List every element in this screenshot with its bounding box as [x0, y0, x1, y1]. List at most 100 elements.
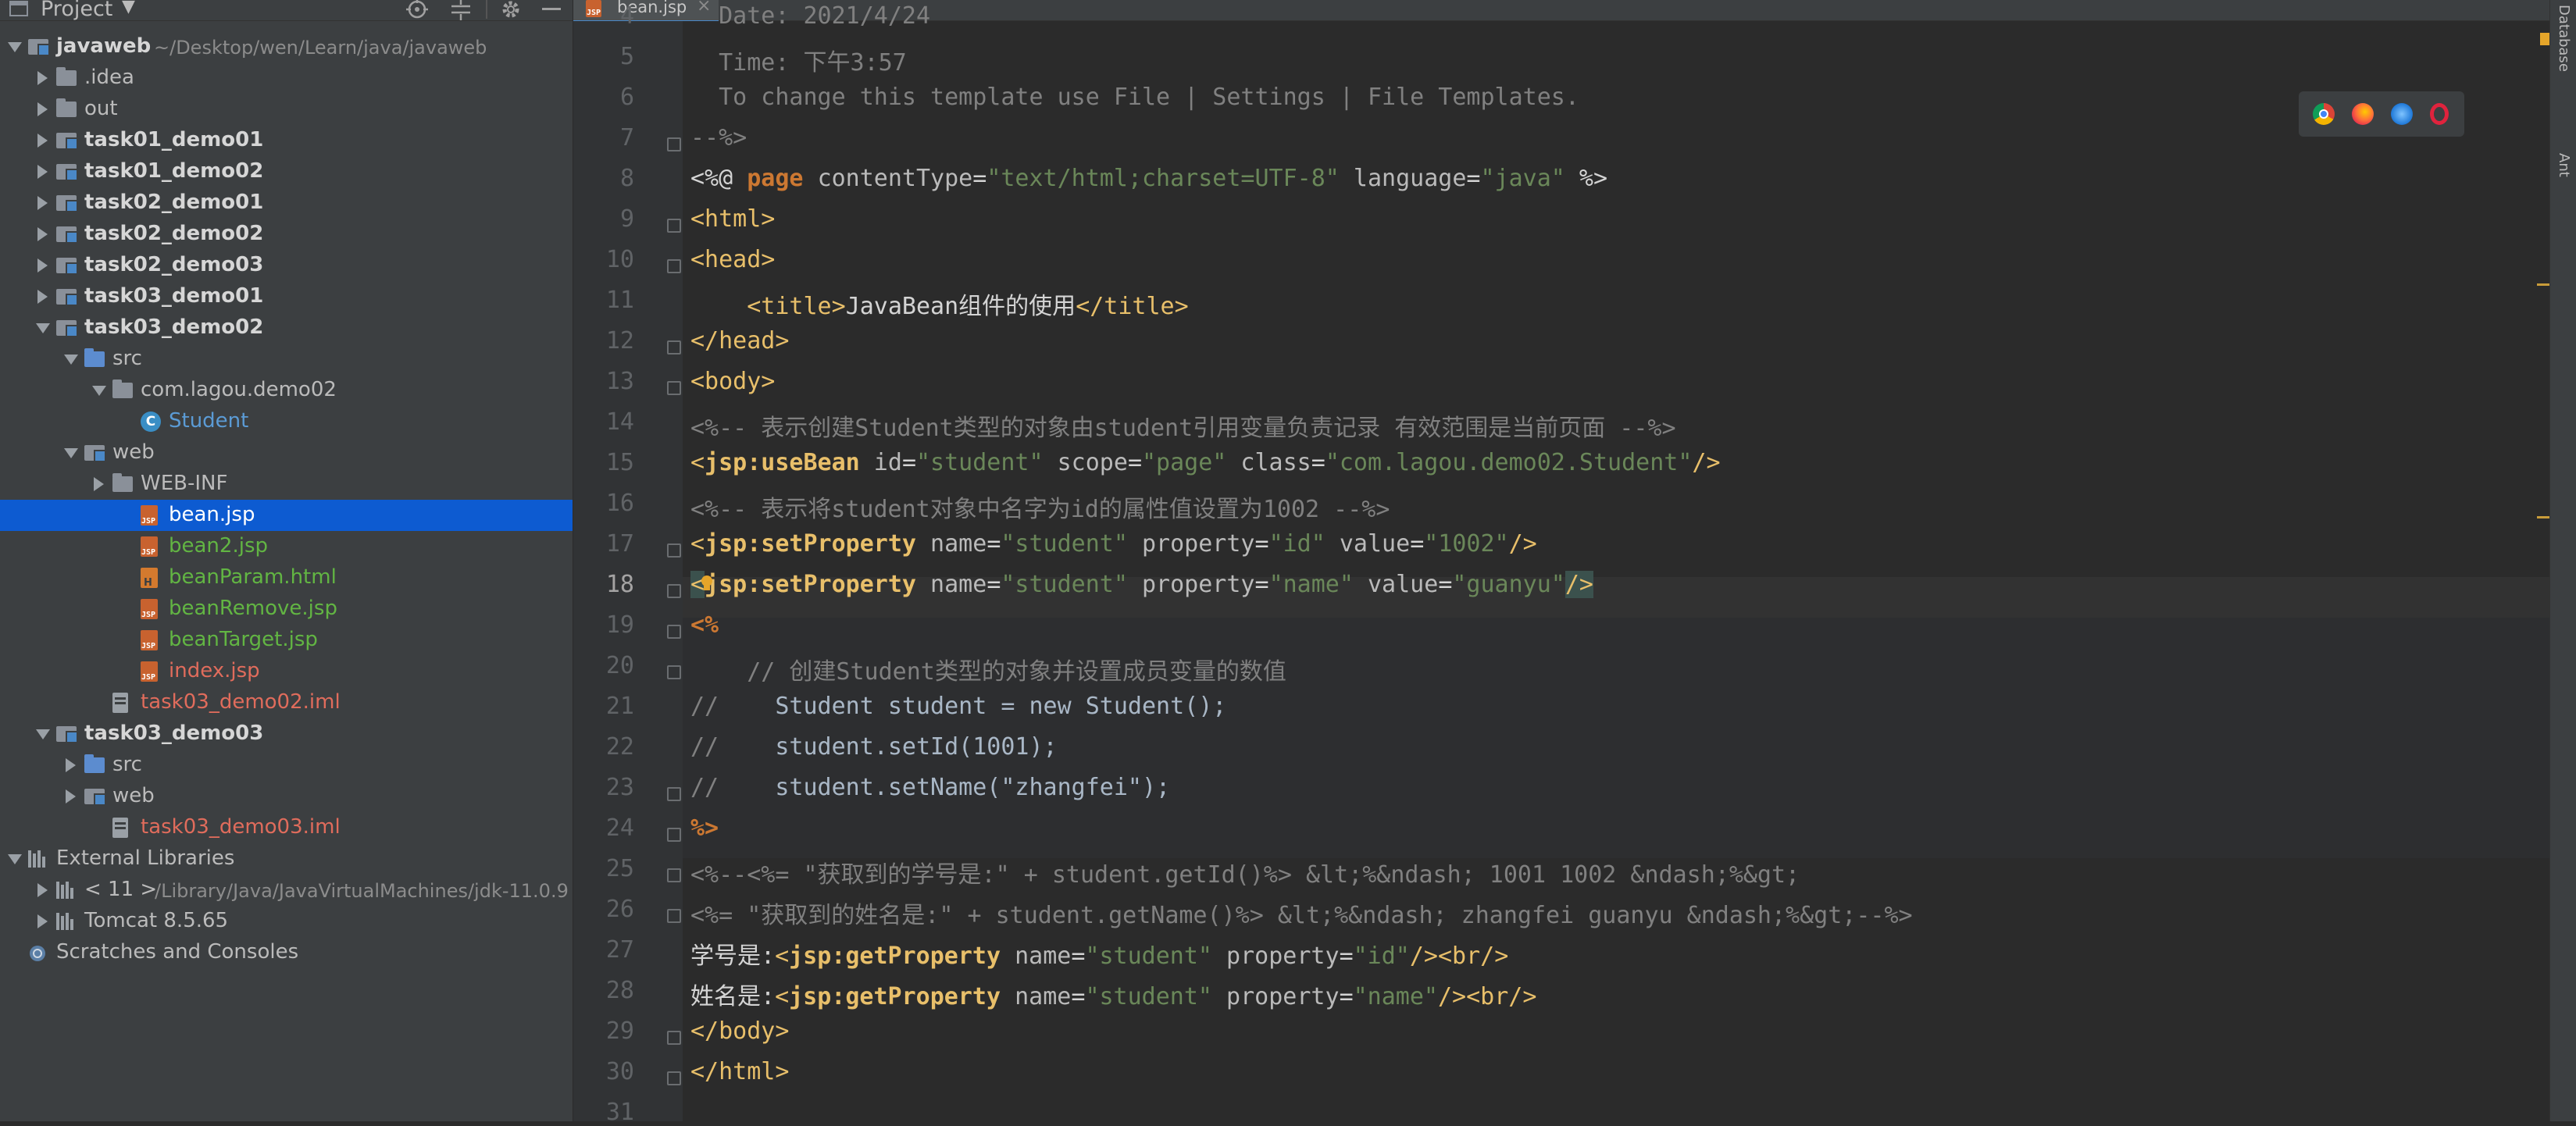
code-line[interactable]: %>: [690, 814, 719, 842]
code-line[interactable]: <body>: [690, 368, 775, 395]
code-line[interactable]: <%@ page contentType="text/html;charset=…: [690, 165, 1607, 192]
chevron-right-icon[interactable]: [66, 789, 76, 804]
code-line[interactable]: // student.setId(1001);: [690, 733, 1058, 761]
lightbulb-icon[interactable]: [700, 575, 714, 592]
target-icon[interactable]: [406, 0, 428, 20]
error-stripe[interactable]: [2537, 21, 2549, 1121]
code-line[interactable]: 学号是:<jsp:getProperty name="student" prop…: [690, 936, 1508, 971]
minimize-icon[interactable]: [542, 8, 561, 10]
tree-item[interactable]: task02_demo03: [0, 250, 573, 281]
chevron-down-icon[interactable]: [92, 386, 106, 396]
code-line[interactable]: <jsp:setProperty name="student" property…: [690, 571, 1593, 598]
tree-item[interactable]: web: [0, 437, 573, 469]
tree-item[interactable]: External Libraries: [0, 843, 573, 875]
chevron-right-icon[interactable]: [37, 227, 48, 241]
chevron-down-icon[interactable]: [8, 42, 22, 52]
fold-marker-icon[interactable]: [667, 340, 681, 355]
fold-marker-icon[interactable]: [667, 909, 681, 923]
code-line[interactable]: // Student student = new Student();: [690, 693, 1226, 720]
chevron-right-icon[interactable]: [94, 477, 104, 491]
tree-item[interactable]: task03_demo02: [0, 312, 573, 344]
fold-marker-icon[interactable]: [667, 828, 681, 842]
safari-icon[interactable]: [2391, 103, 2413, 125]
fold-marker-icon[interactable]: [667, 219, 681, 233]
code-line[interactable]: // student.setName("zhangfei");: [690, 774, 1170, 801]
chevron-down-icon[interactable]: [36, 323, 50, 333]
fold-marker-icon[interactable]: [667, 868, 681, 882]
tree-item[interactable]: beanRemove.jsp: [0, 593, 573, 625]
tree-item[interactable]: src: [0, 750, 573, 781]
chevron-right-icon[interactable]: [37, 258, 48, 273]
code-line[interactable]: Time: 下午3:57: [690, 43, 907, 77]
code-line[interactable]: Date: 2021/4/24: [690, 2, 930, 30]
chevron-down-icon[interactable]: [36, 729, 50, 739]
chrome-icon[interactable]: [2313, 103, 2335, 125]
collapse-icon[interactable]: [450, 0, 472, 20]
tree-item[interactable]: .idea: [0, 62, 573, 94]
opera-icon[interactable]: [2430, 103, 2449, 125]
chevron-right-icon[interactable]: [37, 134, 48, 148]
code-line[interactable]: <%--<%= "获取到的学号是:" + student.getId()%> &…: [690, 855, 1800, 889]
tree-item[interactable]: task02_demo01: [0, 187, 573, 219]
code-line[interactable]: // 创建Student类型的对象并设置成员变量的数值: [690, 652, 1286, 686]
code-line[interactable]: </html>: [690, 1058, 789, 1085]
fold-marker-icon[interactable]: [667, 665, 681, 679]
fold-marker-icon[interactable]: [667, 625, 681, 639]
tree-item[interactable]: task01_demo02: [0, 156, 573, 187]
code-line[interactable]: To change this template use File | Setti…: [690, 84, 1579, 111]
tree-item[interactable]: bean2.jsp: [0, 531, 573, 562]
tree-item[interactable]: Scratches and Consoles: [0, 937, 573, 968]
code-line[interactable]: </body>: [690, 1017, 789, 1045]
tree-item[interactable]: web: [0, 781, 573, 812]
code-line[interactable]: <title>JavaBean组件的使用</title>: [690, 287, 1188, 321]
firefox-icon[interactable]: [2352, 103, 2374, 125]
tree-item[interactable]: Tomcat 8.5.65: [0, 906, 573, 937]
code-line[interactable]: <jsp:useBean id="student" scope="page" c…: [690, 449, 1721, 476]
project-title[interactable]: Project: [41, 0, 112, 21]
chevron-right-icon[interactable]: [37, 196, 48, 210]
tree-item[interactable]: out: [0, 94, 573, 125]
tree-item[interactable]: task03_demo02.iml: [0, 687, 573, 718]
chevron-right-icon[interactable]: [37, 165, 48, 179]
chevron-right-icon[interactable]: [37, 102, 48, 116]
code-line[interactable]: --%>: [690, 124, 747, 151]
code-editor[interactable]: 4 5 6 7 8 9 10 11 12 13 14 15 16 17 18 19 20 21 22 23 24 25 26…: [573, 2, 2549, 1126]
tree-item[interactable]: src: [0, 344, 573, 375]
fold-marker-icon[interactable]: [667, 259, 681, 273]
tree-item[interactable]: task03_demo03.iml: [0, 812, 573, 843]
fold-marker-icon[interactable]: [667, 543, 681, 558]
tree-item[interactable]: task03_demo01: [0, 281, 573, 312]
fold-marker-icon[interactable]: [667, 1071, 681, 1085]
code-line[interactable]: <%-- 表示创建Student类型的对象由student引用变量负责记录 有效…: [690, 408, 1676, 443]
tree-item[interactable]: index.jsp: [0, 656, 573, 687]
fold-marker-icon[interactable]: [667, 787, 681, 801]
chevron-right-icon[interactable]: [37, 290, 48, 304]
tree-item[interactable]: bean.jsp: [0, 500, 573, 531]
chevron-right-icon[interactable]: [37, 914, 48, 928]
tree-item[interactable]: task01_demo01: [0, 125, 573, 156]
tree-item[interactable]: C Student: [0, 406, 573, 437]
code-line[interactable]: 姓名是:<jsp:getProperty name="student" prop…: [690, 977, 1536, 1011]
database-tool-tab[interactable]: Database: [2556, 5, 2572, 72]
chevron-right-icon[interactable]: [37, 883, 48, 897]
fold-marker-icon[interactable]: [667, 1031, 681, 1045]
chevron-down-icon[interactable]: ▼: [122, 0, 135, 16]
chevron-down-icon[interactable]: [8, 854, 22, 864]
gear-icon[interactable]: [500, 0, 522, 20]
tree-item[interactable]: com.lagou.demo02: [0, 375, 573, 406]
ant-tool-tab[interactable]: Ant: [2556, 153, 2572, 177]
chevron-right-icon[interactable]: [37, 71, 48, 85]
code-line[interactable]: <html>: [690, 205, 775, 233]
tree-item[interactable]: task03_demo03: [0, 718, 573, 750]
chevron-down-icon[interactable]: [64, 448, 78, 458]
code-line[interactable]: <jsp:setProperty name="student" property…: [690, 530, 1537, 558]
tree-item[interactable]: WEB-INF: [0, 469, 573, 500]
chevron-down-icon[interactable]: [64, 355, 78, 365]
tree-item[interactable]: beanParam.html: [0, 562, 573, 593]
tree-item[interactable]: javaweb ~/Desktop/wen/Learn/java/javaweb: [0, 31, 573, 62]
scroll-mark[interactable]: [2537, 283, 2549, 286]
tree-item[interactable]: beanTarget.jsp: [0, 625, 573, 656]
fold-marker-icon[interactable]: [667, 381, 681, 395]
code-line[interactable]: <%-- 表示将student对象中名字为id的属性值设置为1002 --%>: [690, 490, 1390, 524]
scroll-mark[interactable]: [2537, 516, 2549, 518]
